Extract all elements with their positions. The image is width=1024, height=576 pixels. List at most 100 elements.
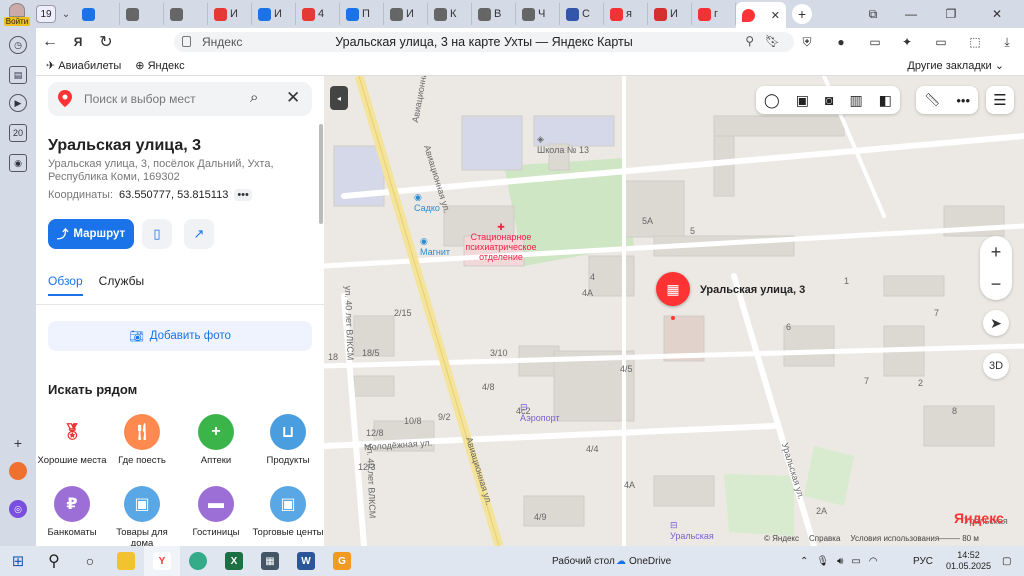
browser-tab[interactable]: С [560,3,604,25]
more-icon[interactable]: ••• [956,93,970,108]
panorama-icon[interactable]: ◯ [764,92,780,109]
share-button[interactable]: ↗ [184,219,214,249]
volume-icon[interactable]: 🔊︎ [837,556,843,567]
browser-tab[interactable]: Ч [516,3,560,25]
ruler-icon[interactable]: 📏︎ [924,92,941,108]
menu-dots-icon[interactable]: ⋮ [764,33,782,51]
save-bookmark-button[interactable]: ▯ [142,219,172,249]
add-photo-button[interactable]: 📷︎ Добавить фото [48,321,312,351]
locate-button[interactable]: ➤ [983,310,1009,336]
more-icon[interactable]: ••• [234,189,252,201]
nearby-category[interactable]: ▣ Торговые центы [252,486,324,538]
puzzle-icon[interactable]: ✦ [898,33,916,51]
battery-icon[interactable]: ▭ [851,556,860,567]
collapse-panel-button[interactable]: ◂ [330,86,348,110]
map-canvas[interactable]: Авиационная ул. Авиационная ул. Авиацион… [324,76,1024,546]
browser-tab[interactable] [120,3,164,25]
camera-icon[interactable]: ◙ [825,92,833,108]
browser-tab[interactable]: П [340,3,384,25]
nearby-category[interactable]: ▬ Гостиницы [180,486,252,538]
explorer-button[interactable] [108,546,144,576]
battery-icon[interactable]: ▭ [932,33,950,51]
reload-button[interactable]: ↻ [92,32,120,52]
collections-icon[interactable]: ▤ [9,66,27,84]
add-icon[interactable]: + [9,434,27,452]
close-tab-icon[interactable]: ✕ [771,9,780,22]
terms-link[interactable]: Условия использования [850,534,939,543]
alice-icon[interactable]: ◎ [9,500,27,518]
bookmark-yandex[interactable]: ⊕ Яндекс [135,59,184,72]
excel-button[interactable]: X [216,546,252,576]
panel-scrollbar[interactable] [319,124,323,224]
bookmark-flights[interactable]: ✈ Авиабилеты [46,59,121,72]
ext-icon[interactable]: ● [832,33,850,51]
bus-icon[interactable]: ▥ [849,92,862,109]
minimize-button[interactable]: — [894,0,928,28]
search-button[interactable]: ⚲ [36,546,72,576]
browser-tab[interactable]: И [208,3,252,25]
yandex-browser-button[interactable]: Y [144,546,180,576]
search-input[interactable]: Поиск и выбор мест ⌕ ✕ [48,82,312,116]
map-layer-icon[interactable]: ▣ [796,92,809,109]
tab-active[interactable]: ✕ [736,2,786,28]
location-icon[interactable]: ⚲ [745,34,754,48]
browser-tab[interactable]: И [648,3,692,25]
clock[interactable]: 14:52 01.05.2025 [946,546,991,576]
nearby-category[interactable]: 🏅︎ Хорошие места [36,414,108,466]
yandex-app-icon[interactable] [9,462,27,480]
coords-value[interactable]: 63.550777, 53.815113 [119,189,228,201]
login-button[interactable]: Войти [0,0,34,28]
place-marker[interactable]: ▦ [656,272,690,306]
chevron-down-icon[interactable]: ⌄ [56,9,76,20]
browser-tab[interactable]: И [384,3,428,25]
yandex-button[interactable]: Я [64,35,92,49]
close-icon[interactable]: ✕ [286,88,300,108]
tab-actions-icon[interactable]: ⧉ [856,0,890,28]
tab-services[interactable]: Службы [99,274,144,296]
browser-tab[interactable]: г [692,3,736,25]
nearby-category[interactable]: ₽ Банкоматы [36,486,108,538]
nearby-category[interactable]: + Аптеки [180,414,252,466]
zoom-in-button[interactable]: + [980,236,1012,268]
browser-tab[interactable] [76,3,120,25]
start-button[interactable]: ⊞ [0,546,36,576]
3d-button[interactable]: 3D [983,353,1009,379]
browser-tab[interactable]: 4 [296,3,340,25]
word-button[interactable]: W [288,546,324,576]
ural-poi[interactable]: ⊟ Уральская [670,520,714,541]
search-icon[interactable]: ⌕ [250,89,258,106]
help-link[interactable]: Справка [809,534,840,543]
chat-icon[interactable]: ◉ [9,154,27,172]
route-button[interactable]: ⤴ Маршрут [48,219,134,249]
nearby-category[interactable]: ⊔ Продукты [252,414,324,466]
wifi-icon[interactable]: ◠ [869,556,878,567]
nearby-category[interactable]: ▣ Товары для дома [106,486,178,546]
new-tab-button[interactable]: + [792,4,812,24]
counter-20-icon[interactable]: 20 [9,124,27,142]
browser-tab[interactable]: К [428,3,472,25]
download-icon[interactable]: ⤓ [998,33,1016,51]
close-window-button[interactable]: ✕ [980,0,1014,28]
shield-ext-icon[interactable]: ⛨ [798,33,816,51]
app-button[interactable]: G [324,546,360,576]
mic-icon[interactable]: 🎙︎ [816,556,829,567]
browser-tab[interactable]: И [252,3,296,25]
play-icon[interactable]: ▶ [9,94,27,112]
nearby-category[interactable]: 🍴︎ Где поесть [106,414,178,466]
sadko-poi[interactable]: ◉ Садко [414,192,440,213]
calculator-button[interactable]: ▦ [252,546,288,576]
browser-tab[interactable] [164,3,208,25]
desktop-label[interactable]: Рабочий стол [552,546,615,576]
school-poi[interactable]: ◈ Школа № 13 [537,134,589,155]
other-bookmarks[interactable]: Другие закладки ⌄ [907,59,1004,72]
tab-counter[interactable]: 19 [36,5,56,23]
chevron-up-icon[interactable]: ⌃ [800,556,808,567]
notifications-icon[interactable]: ▢ [1002,546,1011,576]
maximize-button[interactable]: ❐ [934,0,968,28]
menu-button[interactable]: ☰ [986,86,1014,114]
extensions-icon[interactable]: ⬚ [966,33,984,51]
hospital-poi[interactable]: ✚ Стационарное психиатрическое отделение [460,222,542,262]
address-field[interactable]: Яндекс Уральская улица, 3 на карте Ухты … [174,32,794,52]
tab-overview[interactable]: Обзор [48,274,83,296]
magnit-poi[interactable]: ◉ Магнит [420,236,450,257]
